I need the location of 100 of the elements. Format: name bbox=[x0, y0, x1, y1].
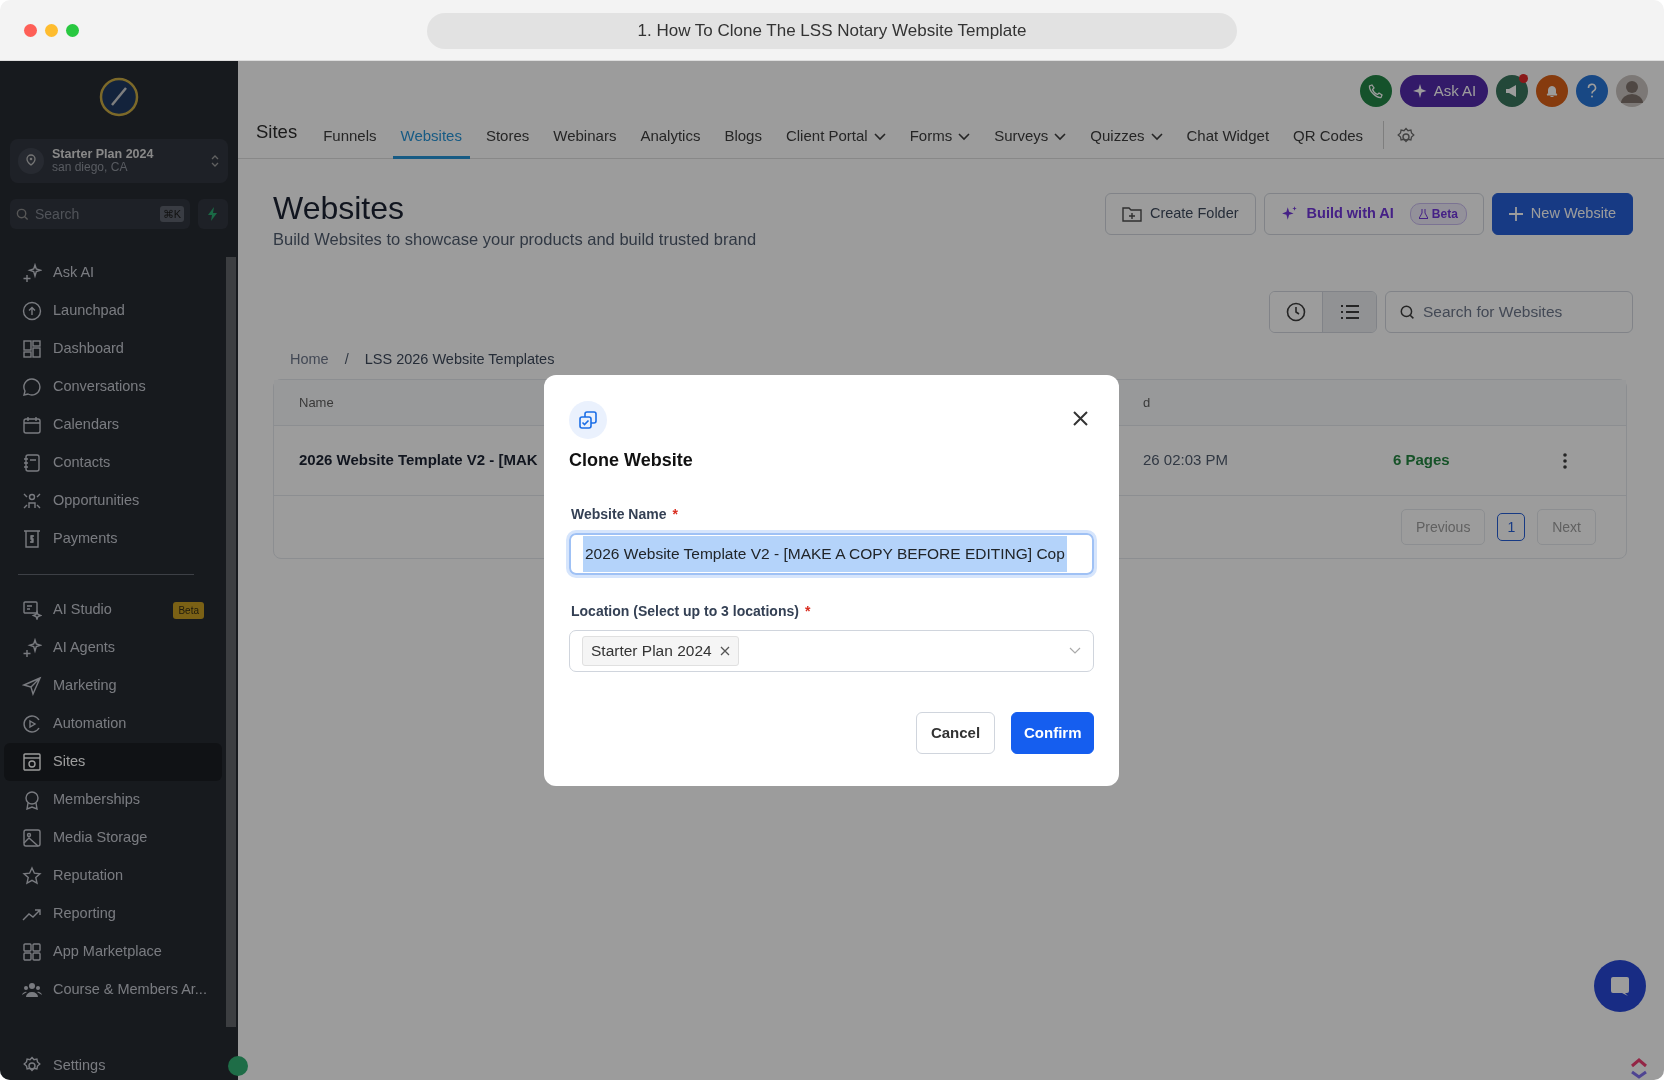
sidebar-item[interactable]: App Marketplace bbox=[4, 933, 222, 971]
apps-grid-icon bbox=[22, 942, 42, 962]
build-with-ai-button[interactable]: Build with AI Beta bbox=[1263, 193, 1484, 235]
maximize-window-button[interactable] bbox=[66, 23, 79, 37]
next-page-button[interactable]: Next bbox=[1537, 509, 1596, 545]
sidebar-item[interactable]: Opportunities bbox=[4, 482, 222, 520]
create-folder-button[interactable]: Create Folder bbox=[1104, 193, 1256, 235]
quick-action-button[interactable] bbox=[198, 199, 228, 229]
sidebar-item[interactable]: AI Agents bbox=[4, 629, 222, 667]
close-window-button[interactable] bbox=[24, 23, 37, 37]
chat-bubble-icon bbox=[22, 377, 42, 397]
award-icon bbox=[22, 790, 42, 810]
sparkle-icon bbox=[1411, 83, 1428, 99]
pages-count[interactable]: 6 Pages bbox=[1393, 449, 1563, 472]
nav-tab[interactable]: Client Portal bbox=[777, 117, 894, 159]
star-icon bbox=[22, 866, 42, 886]
sidebar-item[interactable]: Ask AI bbox=[4, 254, 222, 292]
nav-tab[interactable]: QR Codes bbox=[1285, 117, 1372, 159]
settings-item[interactable]: Settings bbox=[4, 1047, 222, 1080]
chat-bubble-icon bbox=[1609, 975, 1631, 997]
sidebar-item[interactable]: Payments bbox=[4, 520, 222, 558]
chevron-up-down-icon bbox=[210, 153, 220, 169]
sidebar-item[interactable]: Sites bbox=[4, 743, 222, 781]
field-label: Location (Select up to 3 locations) bbox=[571, 603, 799, 619]
clock-icon bbox=[1286, 302, 1306, 322]
sidebar-item[interactable]: AI Studio Beta bbox=[4, 591, 222, 629]
announcements-button[interactable] bbox=[1496, 75, 1528, 107]
location-tag: Starter Plan 2024 bbox=[582, 636, 739, 666]
website-search-field[interactable]: Search for Websites bbox=[1385, 291, 1633, 333]
sidebar-item[interactable]: Reporting bbox=[4, 895, 222, 933]
location-pin-icon bbox=[18, 148, 44, 174]
page-number-button[interactable]: 1 bbox=[1497, 513, 1526, 541]
play-circle-icon bbox=[22, 714, 42, 734]
sidebar-item[interactable]: Contacts bbox=[4, 444, 222, 482]
nav-tab[interactable]: Stores bbox=[477, 117, 538, 159]
notification-dot bbox=[1519, 74, 1528, 83]
image-icon bbox=[22, 828, 42, 848]
nav-tab[interactable]: Blogs bbox=[716, 117, 770, 159]
list-icon bbox=[1340, 305, 1359, 319]
copy-check-icon bbox=[569, 401, 607, 439]
remove-icon[interactable] bbox=[719, 646, 730, 656]
nav-tab[interactable]: Webinars bbox=[545, 117, 625, 159]
people-icon bbox=[22, 980, 42, 1000]
search-icon bbox=[16, 207, 29, 221]
nav-tab[interactable]: Quizzes bbox=[1082, 117, 1171, 159]
cancel-button[interactable]: Cancel bbox=[916, 712, 995, 754]
breadcrumb-current: LSS 2026 Website Templates bbox=[364, 350, 555, 369]
collapse-sidebar-button[interactable] bbox=[228, 1056, 248, 1076]
sidebar-item[interactable]: Reputation bbox=[4, 857, 222, 895]
sidebar-item[interactable]: Dashboard bbox=[4, 330, 222, 368]
sparkle-screen-icon bbox=[22, 600, 42, 620]
website-name-value: 2026 Website Template V2 - [MAKE A COPY BEFORE EDITING] Cop bbox=[583, 536, 1067, 572]
scrollbar[interactable] bbox=[226, 257, 236, 1027]
previous-page-button[interactable]: Previous bbox=[1400, 509, 1486, 545]
avatar-icon[interactable] bbox=[1616, 75, 1648, 107]
breadcrumb-link[interactable]: Home bbox=[290, 349, 329, 379]
sidebar-item[interactable]: Calendars bbox=[4, 406, 222, 444]
sidebar-item[interactable]: Conversations bbox=[4, 368, 222, 406]
people-network-icon bbox=[22, 491, 42, 511]
list-view-button[interactable] bbox=[1322, 292, 1376, 332]
folder-plus-icon bbox=[1121, 205, 1142, 223]
section-title: Sites bbox=[256, 120, 298, 144]
nav-tab[interactable]: Forms bbox=[901, 117, 979, 159]
notifications-button[interactable] bbox=[1536, 75, 1568, 107]
rocket-circle-icon bbox=[22, 301, 42, 321]
nav-tab[interactable]: Funnels bbox=[315, 117, 385, 159]
question-mark-icon bbox=[1586, 83, 1598, 99]
nav-tab[interactable]: Analytics bbox=[632, 117, 709, 159]
beta-badge: Beta bbox=[173, 601, 204, 619]
ask-ai-button[interactable]: Ask AI bbox=[1400, 75, 1488, 107]
close-icon[interactable] bbox=[1073, 411, 1088, 426]
help-button[interactable] bbox=[1576, 75, 1608, 107]
website-name-field[interactable]: 2026 Website Template V2 - [MAKE A COPY BEFORE EDITING] Cop bbox=[569, 533, 1094, 575]
phone-button[interactable] bbox=[1360, 75, 1392, 107]
sidebar-item[interactable]: Marketing bbox=[4, 667, 222, 705]
sidebar-item[interactable]: Launchpad bbox=[4, 292, 222, 330]
chevron-down-icon bbox=[1054, 132, 1067, 141]
sidebar-item[interactable]: Course & Members Ar... bbox=[4, 971, 222, 1009]
beta-badge: Beta bbox=[1409, 203, 1467, 225]
location-select[interactable]: Starter Plan 2024 bbox=[569, 630, 1094, 672]
account-switcher[interactable]: Starter Plan 2024 san diego, CA bbox=[10, 139, 228, 183]
sidebar-item[interactable]: Media Storage bbox=[4, 819, 222, 857]
nav-tab[interactable]: Websites bbox=[392, 117, 470, 159]
flask-icon bbox=[1418, 209, 1428, 219]
sidebar-item[interactable]: Memberships bbox=[4, 781, 222, 819]
nav-tab[interactable]: Chat Widget bbox=[1178, 117, 1278, 159]
sidebar-item[interactable]: Automation bbox=[4, 705, 222, 743]
paper-plane-icon bbox=[22, 676, 42, 696]
chevron-down-icon bbox=[958, 132, 971, 141]
required-mark: * bbox=[804, 603, 811, 619]
nav-tab[interactable]: Surveys bbox=[986, 117, 1075, 159]
search-icon bbox=[1400, 304, 1415, 320]
more-options-icon[interactable] bbox=[1563, 452, 1567, 469]
breadcrumb-separator: / bbox=[344, 350, 349, 369]
pen-logo-icon bbox=[99, 77, 139, 117]
chat-launcher-button[interactable] bbox=[1594, 960, 1646, 1012]
account-name: Starter Plan 2024 bbox=[52, 146, 154, 162]
new-website-button[interactable]: New Website bbox=[1491, 193, 1633, 235]
column-header: Name bbox=[299, 393, 335, 412]
confirm-button[interactable]: Confirm bbox=[1011, 712, 1094, 754]
